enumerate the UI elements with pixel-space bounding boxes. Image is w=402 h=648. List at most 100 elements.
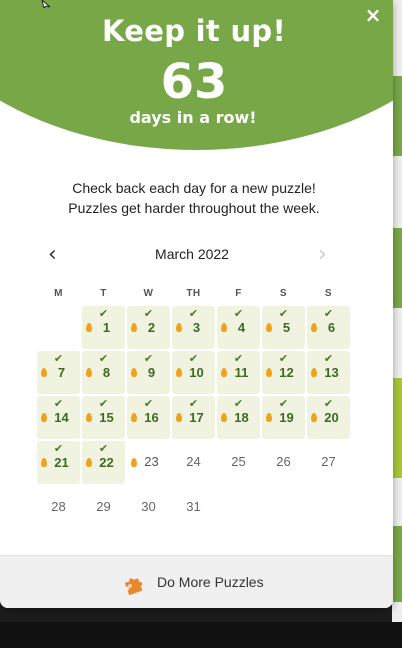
calendar-day-6[interactable]: ✔ 6 — [307, 306, 350, 349]
day-number: 29 — [96, 499, 111, 514]
calendar-day-16[interactable]: ✔ 16 — [127, 396, 170, 439]
calendar-day-12[interactable]: ✔ 12 — [262, 351, 305, 394]
day-number: 4 — [237, 320, 246, 335]
checkmark-icon: ✔ — [188, 352, 199, 365]
day-number: 13 — [324, 365, 339, 380]
checkmark-icon: ✔ — [53, 397, 64, 410]
checkmark-icon: ✔ — [323, 307, 334, 320]
day-number: 10 — [189, 365, 204, 380]
calendar-day-3[interactable]: ✔ 3 — [172, 306, 215, 349]
day-number: 26 — [276, 454, 291, 469]
calendar-day-5[interactable]: ✔ 5 — [262, 306, 305, 349]
day-number: 1 — [102, 320, 111, 335]
calendar-day-22[interactable]: ✔ 22 — [82, 441, 125, 484]
day-number: 22 — [99, 455, 114, 470]
background-stripe — [392, 76, 402, 156]
page-bottom-bar — [0, 622, 402, 648]
weekday-label: M — [54, 288, 63, 299]
footer-button-label: Do More Puzzles — [157, 574, 264, 590]
day-number: 24 — [186, 454, 201, 469]
mouse-cursor-icon — [41, 0, 51, 8]
info-line: Check back each day for a new puzzle! — [72, 180, 316, 196]
weekday-label: S — [279, 288, 288, 299]
calendar-grid: M T W TH F S S ✔ 1 ✔ 2 ✔ 3 ✔ 4 ✔ 5 ✔ 6 ✔ 7 ✔ 8 ✔ 9 ✔ 10 ✔ 11 ✔ 12 ✔ 13 ✔ 1… — [36, 288, 351, 529]
puzzle-piece-icon — [124, 578, 143, 596]
streak-count: 63 — [160, 54, 228, 110]
calendar-day-8[interactable]: ✔ 8 — [82, 351, 125, 394]
calendar-day-2[interactable]: ✔ 2 — [127, 306, 170, 349]
calendar-day-7[interactable]: ✔ 7 — [37, 351, 80, 394]
checkmark-icon: ✔ — [323, 397, 334, 410]
checkmark-icon: ✔ — [143, 307, 154, 320]
checkmark-icon: ✔ — [233, 352, 244, 365]
checkmark-icon: ✔ — [278, 307, 289, 320]
calendar-day-26: 26 — [262, 441, 305, 484]
weekday-label: F — [235, 288, 242, 299]
weekday-label: TH — [186, 288, 201, 299]
calendar-day-27: 27 — [307, 441, 350, 484]
checkmark-icon: ✔ — [98, 442, 109, 455]
checkmark-icon: ✔ — [188, 307, 199, 320]
checkmark-icon: ✔ — [233, 397, 244, 410]
weekday-label: W — [143, 288, 154, 299]
checkmark-icon: ✔ — [188, 397, 199, 410]
day-number: 17 — [189, 410, 204, 425]
info-line: Puzzles get harder throughout the week. — [68, 200, 320, 216]
day-number: 15 — [99, 410, 114, 425]
day-number: 6 — [327, 320, 336, 335]
calendar-day-9[interactable]: ✔ 9 — [127, 351, 170, 394]
calendar-blank-cell — [37, 306, 80, 349]
calendar-day-28: 28 — [37, 486, 80, 529]
checkmark-icon: ✔ — [278, 352, 289, 365]
checkmark-icon: ✔ — [323, 352, 334, 365]
day-number: 8 — [102, 365, 111, 380]
day-number: 3 — [192, 320, 201, 335]
calendar-day-13[interactable]: ✔ 13 — [307, 351, 350, 394]
day-number: 16 — [144, 410, 159, 425]
streak-popup: × Keep it up! 63 days in a row! Check ba… — [0, 0, 393, 608]
popup-title: Keep it up! — [102, 14, 286, 48]
calendar-day-11[interactable]: ✔ 11 — [217, 351, 260, 394]
next-month-button[interactable]: › — [318, 242, 327, 267]
day-number: 30 — [141, 499, 156, 514]
day-number: 19 — [279, 410, 294, 425]
calendar-day-30: 30 — [127, 486, 170, 529]
calendar-day-21[interactable]: ✔ 21 — [37, 441, 80, 484]
checkmark-icon: ✔ — [53, 442, 64, 455]
calendar-day-18[interactable]: ✔ 18 — [217, 396, 260, 439]
checkmark-icon: ✔ — [278, 397, 289, 410]
calendar-day-23[interactable]: 23 — [127, 441, 170, 484]
day-number: 14 — [54, 410, 69, 425]
do-more-puzzles-button[interactable]: Do More Puzzles — [122, 570, 272, 596]
day-number: 7 — [57, 365, 66, 380]
checkmark-icon: ✔ — [53, 352, 64, 365]
day-number: 5 — [282, 320, 291, 335]
weekday-label: S — [324, 288, 333, 299]
calendar-day-20[interactable]: ✔ 20 — [307, 396, 350, 439]
background-stripe — [392, 378, 402, 478]
calendar-day-10[interactable]: ✔ 10 — [172, 351, 215, 394]
calendar-day-24: 24 — [172, 441, 215, 484]
day-number: 31 — [186, 499, 201, 514]
checkmark-icon: ✔ — [143, 397, 154, 410]
calendar-day-17[interactable]: ✔ 17 — [172, 396, 215, 439]
calendar-day-14[interactable]: ✔ 14 — [37, 396, 80, 439]
calendar-day-1[interactable]: ✔ 1 — [82, 306, 125, 349]
weekday-label: T — [100, 288, 107, 299]
calendar-day-19[interactable]: ✔ 19 — [262, 396, 305, 439]
month-label: March 2022 — [155, 246, 229, 262]
info-text: Check back each day for a new puzzle! Pu… — [0, 178, 388, 218]
day-number: 27 — [321, 454, 336, 469]
background-page-strip — [392, 0, 402, 622]
day-number: 18 — [234, 410, 249, 425]
calendar-day-4[interactable]: ✔ 4 — [217, 306, 260, 349]
calendar-day-15[interactable]: ✔ 15 — [82, 396, 125, 439]
checkmark-icon: ✔ — [233, 307, 244, 320]
day-number: 20 — [324, 410, 339, 425]
checkmark-icon: ✔ — [98, 307, 109, 320]
day-number: 25 — [231, 454, 246, 469]
day-number: 28 — [51, 499, 66, 514]
calendar-day-25: 25 — [217, 441, 260, 484]
checkmark-icon: ✔ — [143, 352, 154, 365]
day-number: 2 — [147, 320, 156, 335]
